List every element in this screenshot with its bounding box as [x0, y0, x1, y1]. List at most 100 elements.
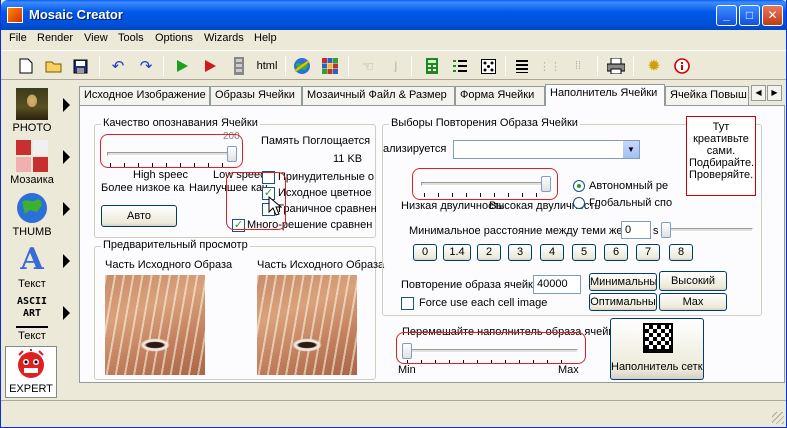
min-distance-slider[interactable]: [661, 221, 755, 245]
list-icon[interactable]: [451, 57, 469, 75]
mouse-pointer-icon: [268, 195, 283, 219]
cell-filler-panel: Качество опознавания Ячейки 2 0 0 Память П…: [79, 105, 785, 383]
sidebar-item-text[interactable]: A Текст: [3, 242, 73, 294]
max-button[interactable]: Max: [659, 293, 727, 311]
min-distance-label: Минимальное расстояние между теми же: [409, 225, 623, 237]
film-icon[interactable]: [230, 57, 248, 75]
arrow-right-icon: [63, 98, 70, 112]
open-folder-icon[interactable]: [45, 57, 63, 75]
quality-group-title: Качество опознавания Ячейки: [101, 117, 260, 129]
minimal-button[interactable]: Минимальны: [589, 273, 657, 291]
title-bar[interactable]: Mosaic Creator _ □ ✕: [1, 0, 786, 30]
ascii-art-icon: ASCII ART: [16, 296, 48, 328]
menu-bar: File Render View Tools Options Wizards H…: [1, 30, 786, 48]
earth-icon: [16, 192, 48, 224]
sidebar-item-mosaic[interactable]: Мозаика: [3, 138, 73, 190]
distance-button-3[interactable]: 3: [508, 244, 532, 261]
preview-group: Предварительный просмотр Часть Исходного…: [94, 239, 384, 380]
min-distance-input[interactable]: 0: [621, 221, 651, 239]
repeat-count-label: Повторение образа ячейки: [401, 279, 539, 291]
settings-gear-icon[interactable]: ✹: [645, 57, 663, 75]
distance-button-5[interactable]: 5: [572, 244, 596, 261]
resize-grip-icon[interactable]: [772, 412, 784, 424]
duplicity-slider-highlight: [412, 168, 558, 200]
info-icon[interactable]: [673, 57, 691, 75]
force-use-label: Force use each cell image: [419, 297, 548, 309]
distance-button-8[interactable]: 8: [669, 244, 693, 261]
filler-max-label: Max: [558, 364, 579, 376]
repeat-count-input[interactable]: 40000: [533, 275, 581, 294]
mosaic-grid-icon[interactable]: [321, 57, 339, 75]
distance-button-1-4[interactable]: 1.4: [443, 244, 471, 261]
redo-icon[interactable]: ↷: [137, 57, 155, 75]
force-use-checkbox[interactable]: [401, 297, 414, 310]
slider-thumb[interactable]: [661, 222, 671, 238]
tab-scroll-right-icon[interactable]: ▶: [767, 85, 782, 101]
distance-button-4[interactable]: 4: [540, 244, 564, 261]
high-speed-label: High speec: [133, 169, 189, 181]
source-image-preview: [105, 275, 205, 375]
tab-scroll-left-icon[interactable]: ◀: [751, 85, 766, 101]
preview-right-caption: Часть Исходного Образа: [257, 259, 385, 271]
distance-button-2[interactable]: 2: [477, 244, 501, 261]
new-file-icon[interactable]: [17, 57, 35, 75]
sidebar-item-label: PHOTO: [12, 122, 52, 134]
menu-options[interactable]: Options: [155, 32, 193, 44]
dice-icon[interactable]: [479, 57, 497, 75]
tab-cell-filler[interactable]: Наполнитель Ячейки: [545, 84, 665, 106]
auto-button[interactable]: Авто: [101, 205, 177, 227]
print-icon[interactable]: [607, 57, 625, 75]
repeat-group-title: Выборы Повторения Образа Ячейки: [389, 117, 580, 129]
arrow-right-icon: [63, 202, 70, 216]
bracket-icon: ⌋: [392, 60, 398, 73]
dropdown-arrow-icon[interactable]: ▼: [622, 141, 639, 158]
global-mode-radio[interactable]: [573, 197, 585, 209]
distance-button-6[interactable]: 6: [604, 244, 628, 261]
menu-tools[interactable]: Tools: [118, 32, 144, 44]
maximize-button[interactable]: □: [739, 5, 760, 26]
tab-cell-shape[interactable]: Форма Ячейки: [455, 86, 545, 105]
tab-cell-images[interactable]: Образы Ячейки: [210, 86, 302, 105]
autonomous-mode-label: Автономный ре: [589, 180, 669, 192]
tab-source-image[interactable]: Исходное Изображение: [79, 86, 210, 105]
tab-cell-enhance[interactable]: Ячейка Повыш: [665, 86, 749, 105]
autonomous-mode-radio[interactable]: [573, 180, 585, 192]
sidebar: PHOTO Мозаика THUMB A Текст ASCII ART Те…: [3, 82, 73, 398]
play-icon[interactable]: [173, 57, 191, 75]
undo-icon[interactable]: ↶: [109, 57, 127, 75]
distance-button-7[interactable]: 7: [636, 244, 660, 261]
menu-file[interactable]: File: [9, 32, 27, 44]
hint-note: Тут креативьте сами. Подбирайте. Проверя…: [686, 116, 756, 196]
menu-help[interactable]: Help: [254, 32, 277, 44]
sidebar-item-ascii-text[interactable]: ASCII ART Текст: [3, 294, 73, 346]
repeat-mode-dropdown[interactable]: ▼: [453, 140, 640, 159]
distance-button-0[interactable]: 0: [413, 244, 437, 261]
grid-filler-button[interactable]: Наполнитель сетки: [610, 318, 704, 380]
mosaic-image-preview: [257, 275, 357, 375]
repeat-mode-label: ализируется: [383, 143, 447, 155]
expert-face-icon: [15, 349, 47, 381]
render-icon[interactable]: [201, 57, 219, 75]
min-distance-unit: s: [653, 225, 659, 237]
menu-render[interactable]: Render: [37, 32, 73, 44]
optimal-button[interactable]: Оптимальны: [589, 293, 657, 311]
sidebar-item-expert[interactable]: EXPERT: [5, 346, 57, 398]
global-mode-label: Глобальный спо: [589, 197, 673, 209]
sidebar-item-thumb[interactable]: THUMB: [3, 190, 73, 242]
tab-mosaic-file-size[interactable]: Мозаичный Файл & Размер: [302, 86, 455, 105]
calculator-icon[interactable]: [423, 57, 441, 75]
menu-view[interactable]: View: [84, 32, 108, 44]
minimize-button[interactable]: _: [716, 5, 737, 26]
memory-value: 11 KB: [333, 153, 363, 165]
sidebar-item-photo[interactable]: PHOTO: [3, 86, 73, 138]
high-button[interactable]: Высокий: [659, 271, 727, 291]
globe-icon[interactable]: [293, 57, 311, 75]
save-icon[interactable]: [71, 57, 89, 75]
preview-group-title: Предварительный просмотр: [101, 239, 250, 251]
close-button[interactable]: ✕: [762, 5, 783, 26]
align-lines-icon[interactable]: [513, 57, 531, 75]
menu-wizards[interactable]: Wizards: [204, 32, 244, 44]
html-export-button[interactable]: html: [255, 57, 279, 75]
source-color-label: Исходное цветное: [278, 187, 372, 199]
grid-pattern-icon: [643, 323, 673, 353]
